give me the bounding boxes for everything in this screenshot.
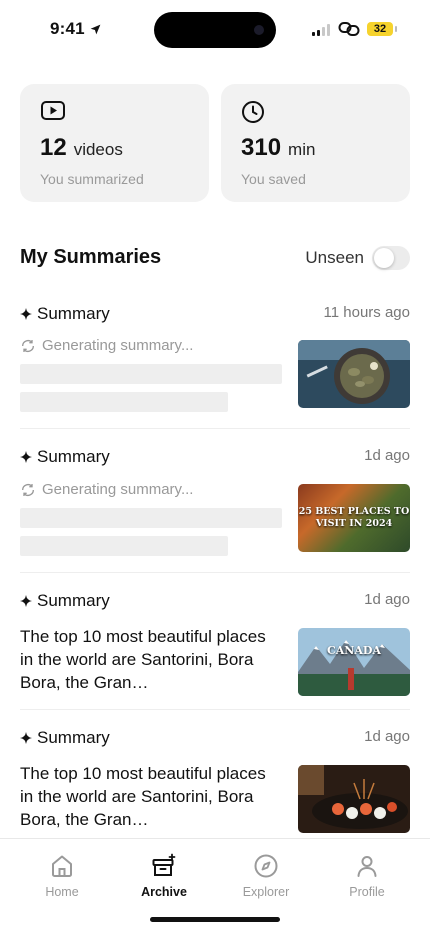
sparkle-icon <box>20 451 32 463</box>
summary-label: Summary <box>37 728 110 747</box>
battery-icon: 32 <box>367 22 393 36</box>
stats-row: 12 videos You summarized 310 min You sav… <box>20 84 410 202</box>
stat-card-minutes: 310 min You saved <box>221 84 410 202</box>
stat-card-videos: 12 videos You summarized <box>20 84 209 202</box>
compass-icon <box>254 854 278 878</box>
clock-icon <box>242 101 264 123</box>
unseen-label: Unseen <box>305 248 364 267</box>
home-indicator <box>150 917 280 922</box>
stat-number: 310 <box>241 134 282 161</box>
status-time-text: 9:41 <box>50 19 85 38</box>
tab-label: Profile <box>349 885 385 899</box>
tab-label: Explorer <box>242 885 290 899</box>
stat-unit: min <box>288 140 316 159</box>
summary-header: Summary <box>20 447 110 467</box>
summary-header: Summary <box>20 304 110 324</box>
tab-explorer[interactable]: Explorer <box>226 853 306 899</box>
tab-home[interactable]: Home <box>22 853 102 899</box>
summary-label: Summary <box>37 447 110 466</box>
skeleton-line <box>20 364 282 384</box>
refresh-icon <box>22 339 34 352</box>
section-title: My Summaries <box>20 246 162 268</box>
status-time: 9:41 <box>50 19 102 39</box>
summary-label: Summary <box>37 591 110 610</box>
stat-number: 12 <box>40 134 67 161</box>
summary-item[interactable]: Summary 1d ago The top 10 most beautiful… <box>20 710 410 840</box>
battery-tip <box>395 26 397 32</box>
video-thumbnail[interactable]: CANADA <box>298 628 410 696</box>
generating-status: Generating summary... <box>20 337 193 354</box>
tab-archive[interactable]: Archive <box>124 853 204 899</box>
location-arrow-icon <box>90 24 101 34</box>
stat-caption: You summarized <box>40 171 144 187</box>
summary-time: 11 hours ago <box>323 304 410 321</box>
archive-icon <box>152 853 176 876</box>
video-thumbnail[interactable] <box>298 765 410 833</box>
toggle-knob <box>374 248 394 268</box>
stat-value-videos: 12 videos <box>40 134 123 162</box>
summary-label: Summary <box>37 304 110 323</box>
generating-text: Generating summary... <box>42 481 194 498</box>
video-thumbnail[interactable] <box>298 340 410 408</box>
unseen-toggle[interactable] <box>372 246 410 270</box>
generating-text: Generating summary... <box>42 337 194 354</box>
generating-status: Generating summary... <box>20 481 193 498</box>
thumbnail-caption: 25 BEST PLACES TO VISIT IN 2024 <box>298 506 410 529</box>
battery-level: 32 <box>373 23 387 35</box>
summary-item[interactable]: Summary 1d ago Generating summary... 25 … <box>20 429 410 573</box>
summary-item[interactable]: Summary 11 hours ago Generating summary.… <box>20 296 410 429</box>
tab-label: Archive <box>141 885 187 899</box>
stat-unit: videos <box>73 140 123 159</box>
sparkle-icon <box>20 308 32 320</box>
sparkle-icon <box>20 732 32 744</box>
summary-text: The top 10 most beautiful places in the … <box>20 764 266 829</box>
summary-header: Summary <box>20 591 110 611</box>
stat-value-minutes: 310 min <box>241 134 315 162</box>
video-icon <box>41 101 65 120</box>
link-icon <box>338 22 360 36</box>
seafood-thumbnail-image <box>298 340 410 408</box>
summary-time: 1d ago <box>364 728 410 745</box>
video-thumbnail[interactable]: 25 BEST PLACES TO VISIT IN 2024 <box>298 484 410 552</box>
canada-thumbnail-image <box>298 628 410 696</box>
camera-dot <box>254 25 264 35</box>
tab-label: Home <box>45 885 79 899</box>
summary-header: Summary <box>20 728 110 748</box>
refresh-icon <box>22 483 34 496</box>
thumbnail-caption: CANADA <box>327 644 381 657</box>
person-icon <box>357 856 377 877</box>
status-bar: 9:41 32 <box>0 0 430 60</box>
skeleton-line <box>20 392 228 412</box>
summary-time: 1d ago <box>364 447 410 464</box>
stat-caption: You saved <box>241 171 306 187</box>
dynamic-island <box>154 12 276 48</box>
home-icon <box>52 855 72 877</box>
summary-item[interactable]: Summary 1d ago The top 10 most beautiful… <box>20 573 410 710</box>
summaries-header: My Summaries Unseen <box>20 246 410 272</box>
cellular-signal-icon <box>312 24 330 36</box>
tab-profile[interactable]: Profile <box>327 853 407 899</box>
sparkle-icon <box>20 595 32 607</box>
skeleton-line <box>20 508 282 528</box>
summary-list: Summary 11 hours ago Generating summary.… <box>20 296 410 840</box>
skeleton-line <box>20 536 228 556</box>
summary-text: The top 10 most beautiful places in the … <box>20 627 266 692</box>
summary-time: 1d ago <box>364 591 410 608</box>
sushi-thumbnail-image <box>298 765 410 833</box>
